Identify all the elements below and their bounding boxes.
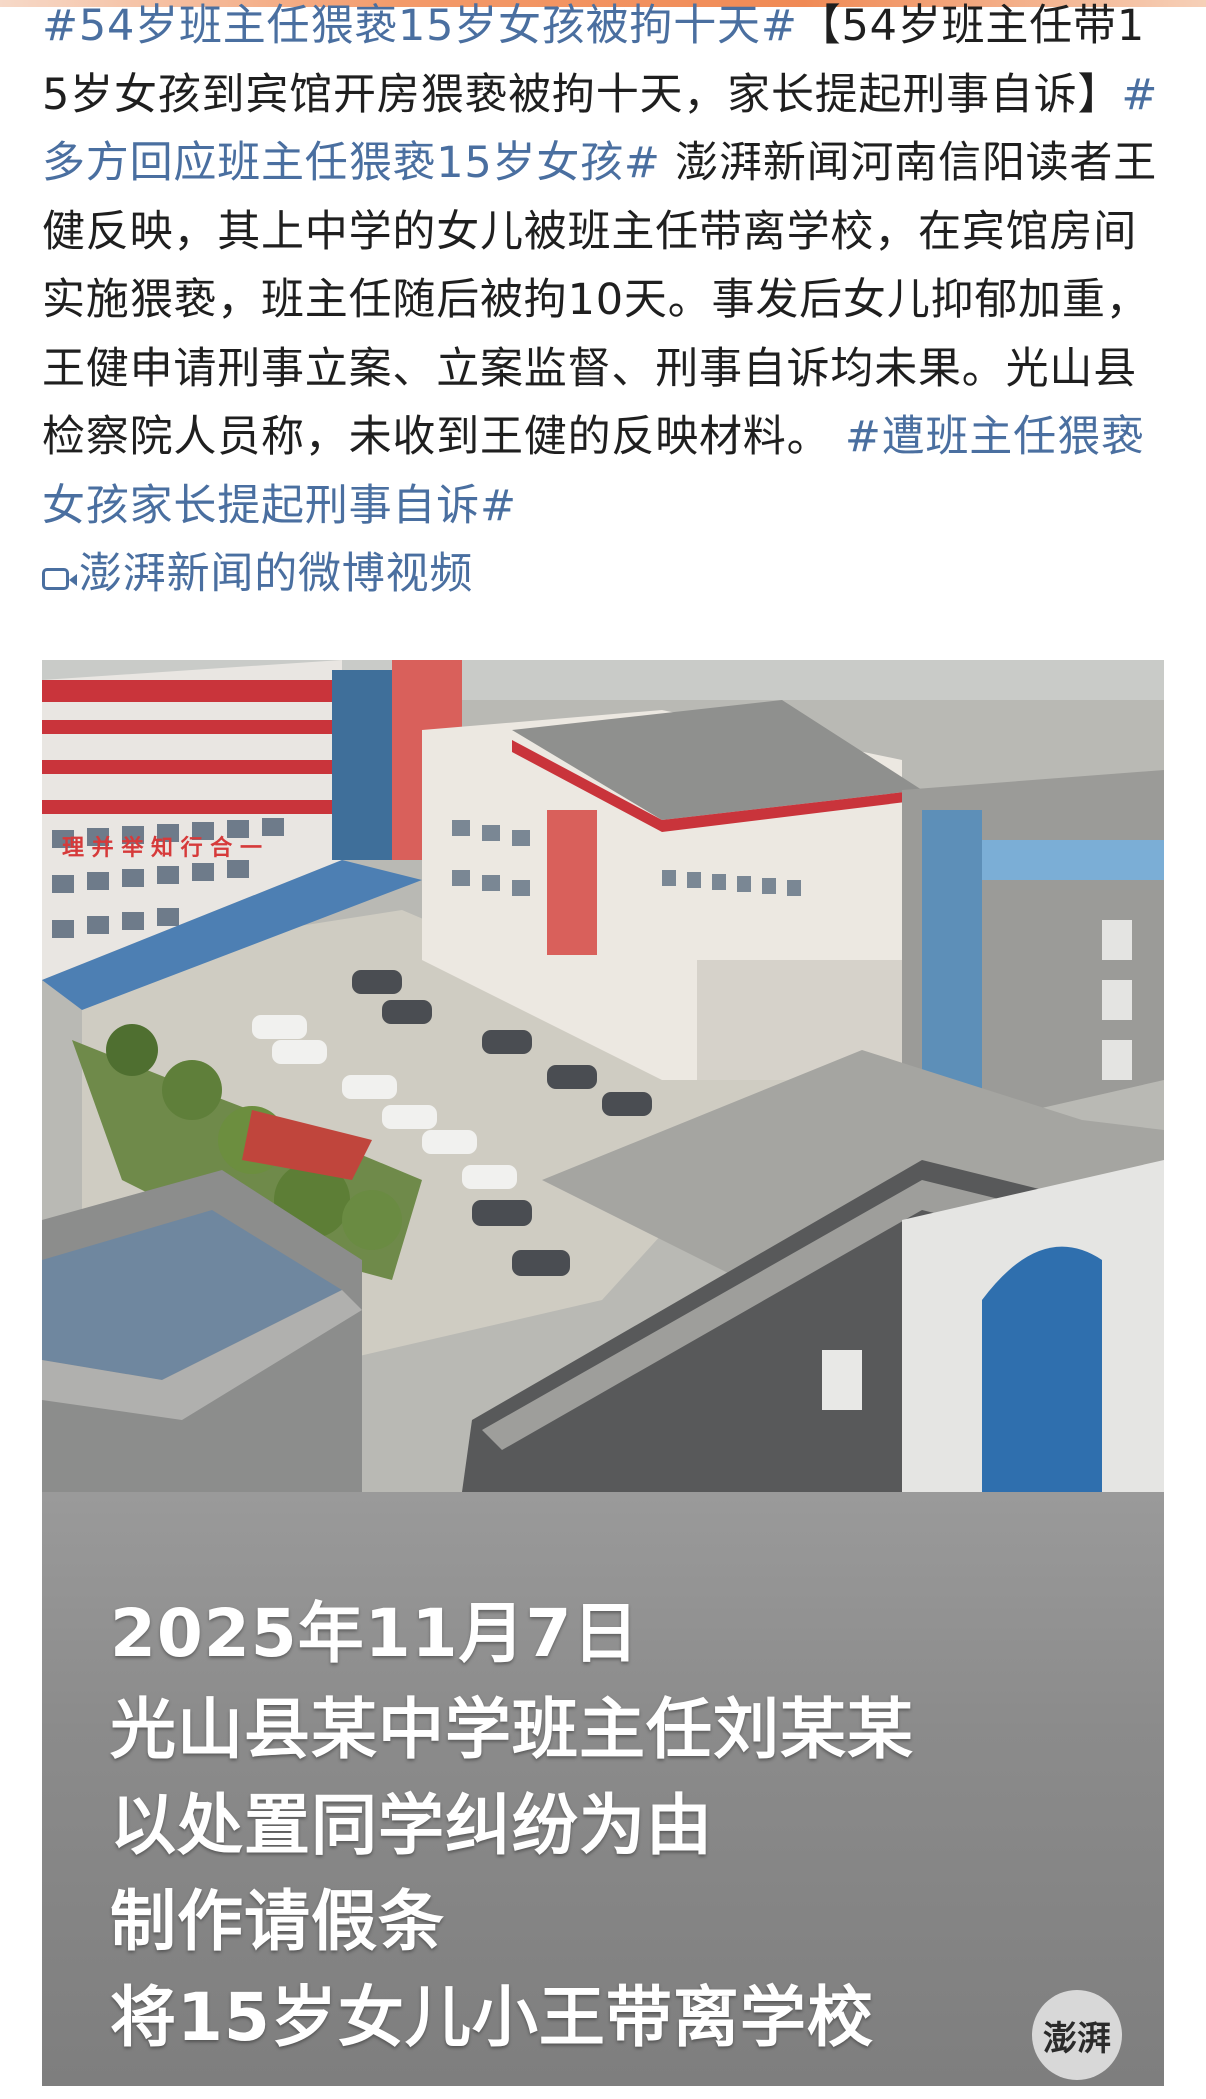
caption-line: 光山县某中学班主任刘某某 [110,1691,914,1768]
video-thumbnail[interactable]: 理 并 举 知 行 合 一 2025年11月7日 光山县某中学班主任刘某某 以处… [42,660,1164,2086]
aerial-campus-image: 理 并 举 知 行 合 一 [42,660,1164,1492]
hashtag-link[interactable]: #54岁班主任猥亵15岁女孩被拘十天# [42,1,798,51]
building-sign-text: 理 并 举 知 行 合 一 [62,835,262,861]
caption-line: 以处置同学纠纷为由 [110,1787,713,1864]
caption-line: 2025年11月7日 [110,1595,640,1672]
weibo-post-page: #54岁班主任猥亵15岁女孩被拘十天#【54岁班主任带15岁女孩到宾馆开房猥亵被… [0,0,1206,2099]
video-caption-panel: 2025年11月7日 光山县某中学班主任刘某某 以处置同学纠纷为由 制作请假条 … [42,1492,1164,2086]
video-camera-icon [42,568,77,590]
video-link-label: 澎湃新闻的微博视频 [79,549,474,599]
thepaper-watermark-logo: 澎湃 [1032,1990,1122,2080]
caption-line: 将15岁女儿小王带离学校 [110,1979,874,2056]
video-link[interactable]: 澎湃新闻的微博视频 [42,549,473,599]
caption-line: 制作请假条 [110,1883,445,1960]
post-text: #54岁班主任猥亵15岁女孩被拘十天#【54岁班主任带15岁女孩到宾馆开房猥亵被… [42,0,1164,609]
